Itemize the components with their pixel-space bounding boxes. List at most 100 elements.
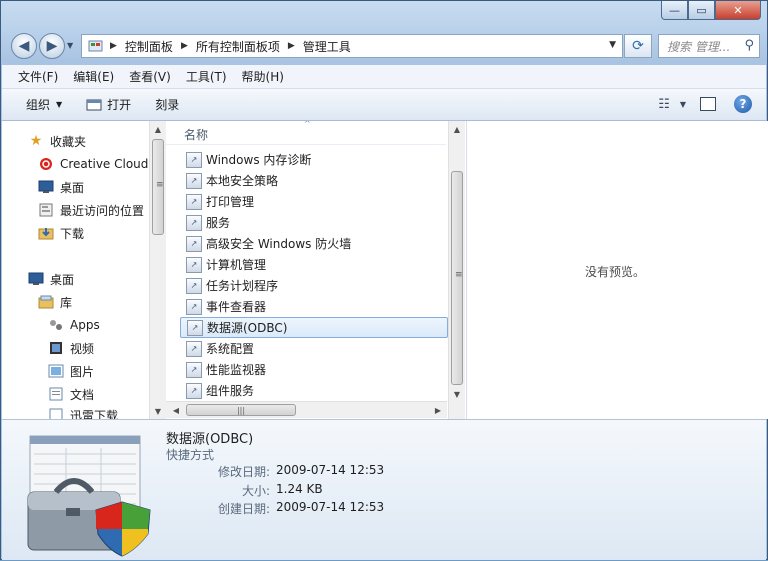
sidebar-item-creative-cloud[interactable]: Creative Cloud bbox=[38, 154, 148, 174]
sidebar-item-label: 最近访问的位置 bbox=[60, 203, 145, 218]
apps-library-icon bbox=[48, 317, 64, 333]
back-button[interactable]: ◀ bbox=[11, 33, 37, 59]
star-icon: ★ bbox=[29, 133, 43, 149]
details-size-value: 1.24 KB bbox=[276, 482, 323, 496]
sidebar-item-desktop[interactable]: 桌面 bbox=[38, 177, 84, 197]
sidebar-item-apps[interactable]: Apps bbox=[48, 315, 100, 335]
scrollbar-thumb[interactable]: ≡ bbox=[451, 171, 463, 385]
command-bar: 组织 ▼ 打开 刻录 ☷ ▼ ? bbox=[2, 89, 766, 121]
file-list-item[interactable]: ↗ 任务计划程序 bbox=[180, 275, 448, 296]
file-list-item-label: 计算机管理 bbox=[206, 258, 267, 272]
scroll-up-arrow-icon[interactable]: ▲ bbox=[150, 121, 166, 137]
sidebar-item-label: 桌面 bbox=[60, 180, 85, 195]
shortcut-icon: ↗ bbox=[187, 319, 203, 336]
sidebar-item-documents[interactable]: 文档 bbox=[48, 384, 94, 404]
open-label: 打开 bbox=[107, 98, 132, 112]
breadcrumb-chevron-icon[interactable]: ▶ bbox=[110, 41, 117, 51]
close-button[interactable]: ✕ bbox=[715, 1, 761, 20]
horizontal-scrollbar-thumb[interactable]: ||| bbox=[186, 404, 296, 416]
breadcrumb-admin-tools[interactable]: 管理工具 bbox=[303, 38, 351, 55]
content-area: ★ 收藏夹 Creative Cloud 桌面 最近访问的位置 下载 桌面 库 … bbox=[2, 121, 768, 419]
search-input[interactable]: 搜索 管理... ⚲ bbox=[658, 34, 760, 58]
view-options-icon[interactable]: ☷ bbox=[658, 97, 670, 112]
open-button[interactable]: 打开 bbox=[86, 96, 131, 113]
sidebar-item-pictures[interactable]: 图片 bbox=[48, 361, 94, 381]
file-list-item-label: 性能监视器 bbox=[206, 363, 267, 377]
sidebar-favorites-header[interactable]: ★ 收藏夹 bbox=[28, 131, 86, 151]
forward-button[interactable]: ▶ bbox=[39, 33, 65, 59]
sidebar-item-downloads[interactable]: 下载 bbox=[38, 223, 84, 243]
burn-label: 刻录 bbox=[155, 98, 180, 112]
navigation-pane-scrollbar[interactable]: ▲ ≡ ▼ bbox=[149, 121, 166, 419]
file-list-item[interactable]: ↗ 本地安全策略 bbox=[180, 170, 448, 191]
scroll-right-arrow-icon[interactable]: ▶ bbox=[430, 402, 446, 418]
shortcut-icon: ↗ bbox=[186, 193, 202, 210]
scroll-down-arrow-icon[interactable]: ▼ bbox=[150, 403, 166, 419]
address-dropdown-icon[interactable]: ▼ bbox=[609, 40, 616, 50]
file-list-item[interactable]: ↗ 打印管理 bbox=[180, 191, 448, 212]
organize-button[interactable]: 组织 ▼ bbox=[26, 96, 62, 113]
menu-help[interactable]: 帮助(H) bbox=[242, 68, 284, 85]
preview-pane-toggle-icon[interactable] bbox=[700, 97, 716, 111]
file-list-item[interactable]: ↗ 系统配置 bbox=[180, 338, 448, 359]
file-list-item-label: 服务 bbox=[206, 216, 231, 230]
horizontal-scrollbar[interactable]: ◀ ||| ▶ bbox=[166, 401, 447, 418]
shortcut-icon: ↗ bbox=[186, 235, 202, 252]
breadcrumb-all-items[interactable]: 所有控制面板项 bbox=[196, 38, 280, 55]
menu-edit[interactable]: 编辑(E) bbox=[73, 68, 114, 85]
menu-view[interactable]: 查看(V) bbox=[129, 68, 171, 85]
file-list-scrollbar[interactable]: ▲ ≡ ▼ bbox=[448, 121, 465, 419]
help-icon[interactable]: ? bbox=[734, 95, 752, 113]
file-list-item[interactable]: ↗ 组件服务 bbox=[180, 380, 448, 401]
file-list-item[interactable]: ↗ 性能监视器 bbox=[180, 359, 448, 380]
breadcrumb-control-panel[interactable]: 控制面板 bbox=[125, 38, 173, 55]
refresh-button[interactable]: ⟳ bbox=[624, 34, 652, 58]
menu-tools[interactable]: 工具(T) bbox=[186, 68, 227, 85]
file-list-item[interactable]: ↗ 数据源(ODBC) bbox=[180, 317, 448, 338]
sidebar-desktop-header[interactable]: 桌面 bbox=[28, 269, 74, 289]
sidebar-item-label: 收藏夹 bbox=[50, 134, 87, 149]
address-bar[interactable]: ▶ 控制面板 ▶ 所有控制面板项 ▶ 管理工具 ▼ bbox=[81, 34, 623, 58]
sort-ascending-icon: ^ bbox=[304, 121, 311, 128]
navigation-bar: ◀ ▶ ▼ ▶ 控制面板 ▶ 所有控制面板项 ▶ 管理工具 ▼ ⟳ 搜索 管理.… bbox=[9, 31, 760, 61]
shortcut-icon: ↗ bbox=[186, 151, 202, 168]
file-list-item[interactable]: ↗ 高级安全 Windows 防火墙 bbox=[180, 233, 448, 254]
details-created-row: 创建日期: 2009-07-14 12:53 bbox=[166, 500, 384, 518]
file-list-item-label: 系统配置 bbox=[206, 342, 255, 356]
forward-arrow-icon: ▶ bbox=[46, 38, 58, 54]
folder-icon bbox=[48, 407, 64, 419]
sidebar-item-xunlei-downloads[interactable]: 迅雷下载 bbox=[48, 405, 118, 419]
file-list-item[interactable]: ↗ 事件查看器 bbox=[180, 296, 448, 317]
breadcrumb-chevron-icon[interactable]: ▶ bbox=[181, 41, 188, 51]
file-list-item[interactable]: ↗ 服务 bbox=[180, 212, 448, 233]
downloads-folder-icon bbox=[38, 225, 54, 241]
desktop-icon bbox=[28, 271, 44, 287]
documents-library-icon bbox=[48, 386, 64, 402]
file-list-item[interactable]: ↗ Windows 内存诊断 bbox=[180, 149, 448, 170]
column-header-name[interactable]: ^ 名称 bbox=[166, 121, 446, 145]
no-preview-message: 没有预览。 bbox=[585, 265, 646, 279]
sidebar-item-label: 迅雷下载 bbox=[70, 408, 119, 420]
maximize-button[interactable]: ▭ bbox=[688, 1, 715, 20]
view-dropdown-icon[interactable]: ▼ bbox=[680, 100, 686, 109]
search-icon[interactable]: ⚲ bbox=[744, 38, 754, 53]
preview-pane: 没有预览。 bbox=[466, 121, 768, 419]
burn-button[interactable]: 刻录 bbox=[155, 96, 179, 113]
menu-file[interactable]: 文件(F) bbox=[18, 68, 58, 85]
sidebar-item-videos[interactable]: 视频 bbox=[48, 338, 94, 358]
scrollbar-thumb[interactable]: ≡ bbox=[152, 139, 164, 235]
sidebar-item-label: 桌面 bbox=[50, 272, 75, 287]
recent-pages-dropdown-icon[interactable]: ▼ bbox=[67, 41, 73, 50]
details-modified-row: 修改日期: 2009-07-14 12:53 bbox=[166, 463, 384, 481]
breadcrumb-chevron-icon[interactable]: ▶ bbox=[288, 41, 295, 51]
minimize-button[interactable]: — bbox=[661, 1, 688, 20]
sidebar-item-label: 文档 bbox=[70, 387, 95, 402]
scroll-left-arrow-icon[interactable]: ◀ bbox=[168, 402, 184, 418]
scroll-down-arrow-icon[interactable]: ▼ bbox=[449, 386, 465, 402]
sidebar-item-label: 下载 bbox=[60, 226, 85, 241]
file-list-item[interactable]: ↗ 计算机管理 bbox=[180, 254, 448, 275]
sidebar-item-recent[interactable]: 最近访问的位置 bbox=[38, 200, 144, 220]
scroll-up-arrow-icon[interactable]: ▲ bbox=[449, 121, 465, 137]
shortcut-icon: ↗ bbox=[186, 361, 202, 378]
sidebar-item-library[interactable]: 库 bbox=[38, 292, 72, 312]
